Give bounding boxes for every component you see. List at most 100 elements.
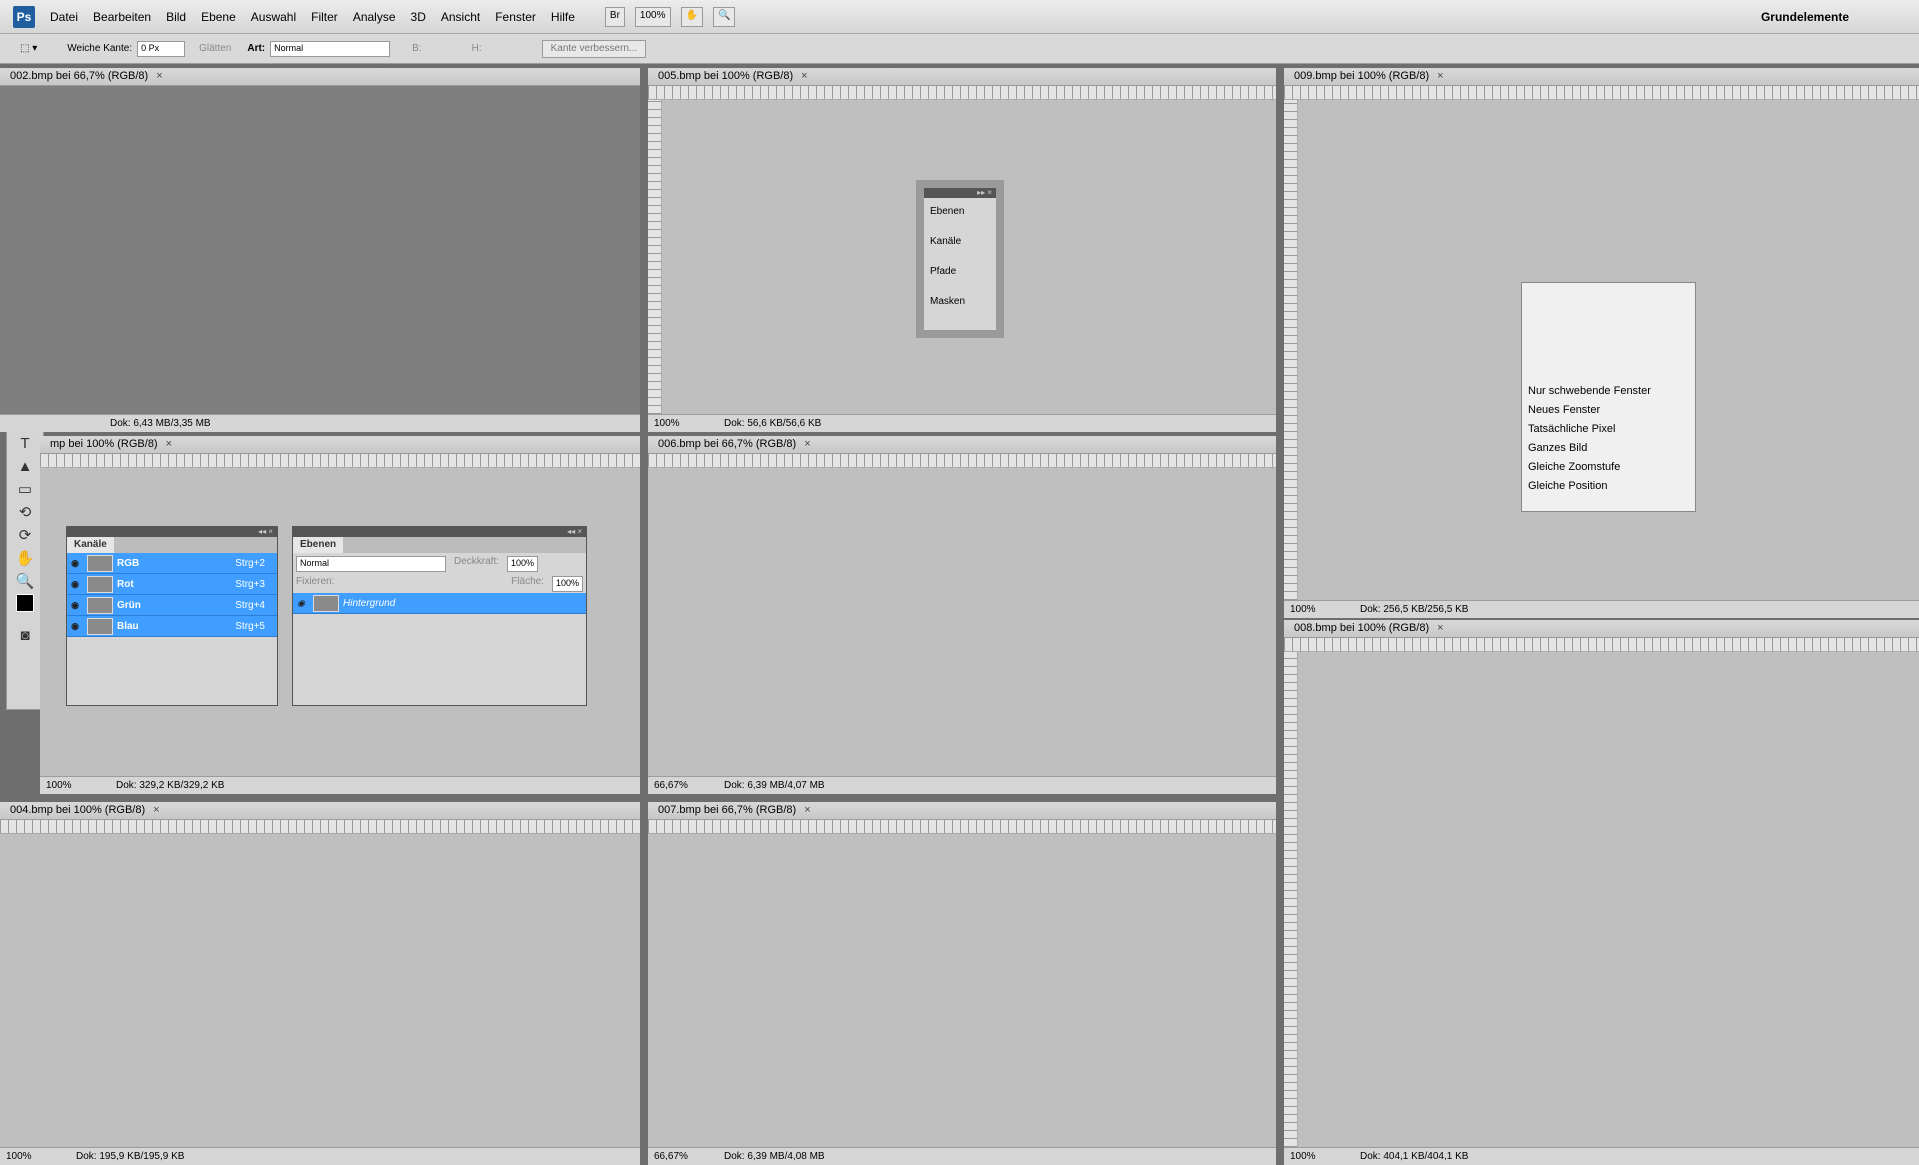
menu-datei[interactable]: Datei — [50, 10, 78, 24]
close-icon: × — [153, 804, 160, 816]
close-icon: × — [156, 70, 163, 82]
shape-tool-icon[interactable]: ▭ — [13, 479, 37, 501]
status-bar: 100% Dok: 329,2 KB/329,2 KB — [40, 776, 640, 794]
ruler-h — [1284, 86, 1919, 100]
menu-analyse[interactable]: Analyse — [353, 10, 396, 24]
ruler-h — [648, 454, 1276, 468]
menu-ebene[interactable]: Ebene — [201, 10, 236, 24]
doc-tab[interactable]: 009.bmp bei 100% (RGB/8) × — [1284, 68, 1919, 86]
menu-auswahl[interactable]: Auswahl — [251, 10, 296, 24]
zoom-select[interactable]: 100% — [634, 6, 671, 27]
ruler-h — [648, 86, 1276, 100]
status-bar: 100% Dok: 195,9 KB/195,9 KB — [0, 1147, 640, 1165]
document-window-003[interactable]: mp bei 100% (RGB/8) × ◂◂ × Kanäle ◉ RGB Str… — [40, 436, 640, 794]
hand-tool-icon[interactable]: ✋ — [13, 548, 37, 570]
ruler-h — [0, 820, 640, 834]
doc-tab[interactable]: 004.bmp bei 100% (RGB/8) × — [0, 802, 640, 820]
ctx-item[interactable]: Gleiche Zoomstufe — [1522, 459, 1695, 478]
quick-mask-icon[interactable]: ◙ — [13, 625, 37, 647]
eye-icon: ◉ — [71, 578, 79, 589]
type-tool-icon[interactable]: T — [13, 433, 37, 455]
workspace-select[interactable]: Grundelemente — [1761, 10, 1849, 24]
ctx-item[interactable]: Nur schwebende Fenster — [1522, 383, 1695, 402]
channel-row[interactable]: ◉ RGB Strg+2 — [67, 553, 277, 574]
menu-fenster[interactable]: Fenster — [495, 10, 536, 24]
close-icon: × — [1437, 70, 1444, 82]
doc-tab[interactable]: 008.bmp bei 100% (RGB/8) × — [1284, 620, 1919, 638]
close-icon: × — [1437, 622, 1444, 634]
blend-mode-select[interactable]: Normal — [296, 556, 446, 572]
bridge-button[interactable]: Br — [604, 6, 625, 27]
eye-icon: ◉ — [71, 557, 79, 568]
channel-row[interactable]: ◉ Blau Strg+5 — [67, 616, 277, 637]
doc-tab[interactable]: 005.bmp bei 100% (RGB/8) × — [648, 68, 1276, 86]
layer-row[interactable]: ◉ Hintergrund — [293, 593, 586, 614]
document-window-004[interactable]: 004.bmp bei 100% (RGB/8) × 100% Dok: 195,9… — [0, 802, 640, 1165]
status-bar: Dok: 6,43 MB/3,35 MB — [0, 414, 640, 432]
photoshop-app: Ps Datei Bearbeiten Bild Ebene Auswahl F… — [0, 0, 1919, 1165]
document-window-007[interactable]: 007.bmp bei 66,7% (RGB/8) × 66,67% Dok: 6,… — [648, 802, 1276, 1165]
close-icon: × — [165, 438, 173, 450]
menu-hilfe[interactable]: Hilfe — [551, 10, 575, 24]
3d-orbit-icon[interactable]: ⟳ — [13, 525, 37, 547]
glaetten-checkbox[interactable]: Glätten — [199, 43, 231, 54]
weiche-kante-label: Weiche Kante: — [67, 43, 133, 54]
status-bar: 66,67% Dok: 6,39 MB/4,07 MB — [648, 776, 1276, 794]
doc-tab[interactable]: 006.bmp bei 66,7% (RGB/8) × — [648, 436, 1276, 454]
zoom-tool-icon[interactable]: 🔍 — [712, 6, 736, 27]
options-bar: ⬚ ▾ Weiche Kante: 0 Px Glätten Art: Norm… — [0, 34, 1919, 64]
channel-row[interactable]: ◉ Grün Strg+4 — [67, 595, 277, 616]
status-bar: 100% Dok: 404,1 KB/404,1 KB — [1284, 1147, 1919, 1165]
ctx-item[interactable]: Gleiche Position — [1522, 478, 1695, 497]
ruler-v — [648, 100, 662, 414]
mini-ebenen-item[interactable]: Ebenen — [930, 206, 990, 236]
document-window-008[interactable]: 008.bmp bei 100% (RGB/8) × 100% Dok: 404,1… — [1284, 620, 1919, 1165]
mini-pfade-item[interactable]: Pfade — [930, 266, 990, 296]
close-icon: × — [804, 438, 811, 450]
3d-rotate-icon[interactable]: ⟲ — [13, 502, 37, 524]
menu-bild[interactable]: Bild — [166, 10, 186, 24]
menu-bar: Ps Datei Bearbeiten Bild Ebene Auswahl F… — [0, 0, 1919, 34]
mini-kanale-item[interactable]: Kanäle — [930, 236, 990, 266]
ctx-item[interactable]: Tatsächliche Pixel — [1522, 421, 1695, 440]
doc-tab[interactable]: mp bei 100% (RGB/8) × — [40, 436, 640, 454]
ctx-item[interactable]: Neues Fenster — [1522, 402, 1695, 421]
status-bar: 66,67% Dok: 6,39 MB/4,08 MB — [648, 1147, 1276, 1165]
path-select-icon[interactable]: ▲ — [13, 456, 37, 478]
collapsed-panel-dock: ▸▸ × Ebenen Kanäle Pfade Masken — [916, 180, 1004, 338]
menu-ansicht[interactable]: Ansicht — [441, 10, 480, 24]
channel-row[interactable]: ◉ Rot Strg+3 — [67, 574, 277, 595]
menu-3d[interactable]: 3D — [411, 10, 426, 24]
eye-icon: ◉ — [71, 620, 79, 631]
menu-bearbeiten[interactable]: Bearbeiten — [93, 10, 151, 24]
doc-tab[interactable]: 002.bmp bei 66,7% (RGB/8) × — [0, 68, 640, 86]
eye-icon: ◉ — [71, 599, 79, 610]
tab-kanale[interactable]: Kanäle — [67, 537, 114, 553]
document-window-002[interactable]: 002.bmp bei 66,7% (RGB/8) × Dok: 6,43 MB/… — [0, 68, 640, 432]
ruler-h — [648, 820, 1276, 834]
close-icon: × — [801, 70, 808, 82]
doc-tab[interactable]: 007.bmp bei 66,7% (RGB/8) × — [648, 802, 1276, 820]
tab-ebenen[interactable]: Ebenen — [293, 537, 344, 553]
arrange-grid-icons[interactable] — [1522, 283, 1695, 383]
document-window-006[interactable]: 006.bmp bei 66,7% (RGB/8) × 66,67% Dok: 6,… — [648, 436, 1276, 794]
ps-logo-icon: Ps — [13, 5, 35, 28]
mini-masken-item[interactable]: Masken — [930, 296, 990, 326]
color-swatches-icon[interactable] — [13, 594, 37, 624]
layers-panel: ◂◂ × Ebenen Normal Deckkraft: 100% Fixiere… — [292, 526, 587, 706]
weiche-kante-input[interactable]: 0 Px — [137, 40, 186, 57]
zoom-tool-icon[interactable]: 🔍 — [13, 571, 37, 593]
document-window-005[interactable]: 005.bmp bei 100% (RGB/8) × ▸▸ × Ebenen Ka… — [648, 68, 1276, 432]
b-label: B: — [412, 43, 422, 54]
kante-verbessern-button[interactable]: Kante verbessern... — [541, 39, 647, 58]
ctx-item[interactable]: Ganzes Bild — [1522, 440, 1695, 459]
status-bar: 100% Dok: 256,5 KB/256,5 KB — [1284, 600, 1919, 618]
status-bar: 100% Dok: 56,6 KB/56,6 KB — [648, 414, 1276, 432]
ruler-v — [1284, 652, 1298, 1147]
arrange-context-menu: Nur schwebende Fenster Neues Fenster Tat… — [1521, 282, 1696, 512]
art-select[interactable]: Normal — [270, 40, 391, 57]
marquee-tool-icon[interactable]: ⬚ ▾ — [20, 43, 37, 54]
hand-tool-icon[interactable]: ✋ — [680, 6, 703, 27]
menu-filter[interactable]: Filter — [311, 10, 338, 24]
close-icon: × — [804, 804, 811, 816]
